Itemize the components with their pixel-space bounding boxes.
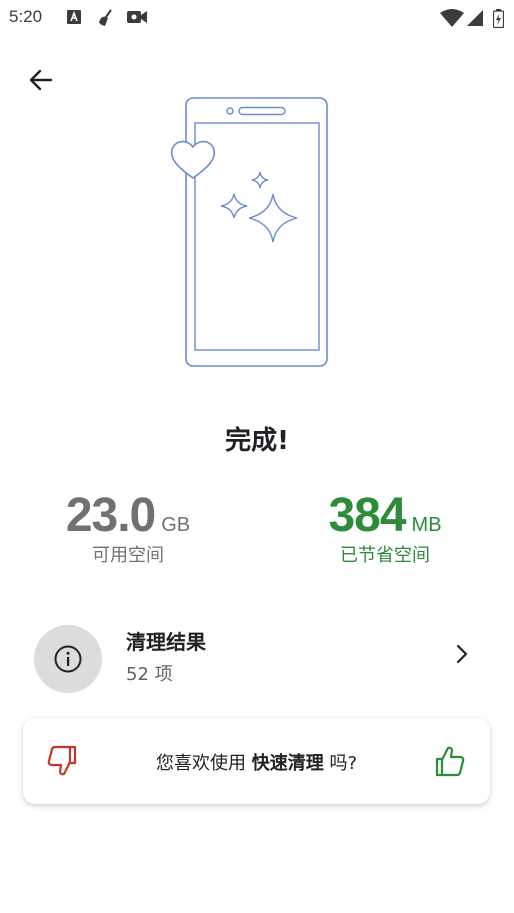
feedback-suffix: 吗? xyxy=(323,753,357,774)
back-button[interactable] xyxy=(22,62,58,98)
free-space-stat: 23.0 GB 可用空间 xyxy=(28,488,228,567)
feedback-prefix: 您喜欢使用 xyxy=(155,753,252,774)
free-space-value: 23.0 xyxy=(65,489,156,542)
saved-space-unit: MB xyxy=(411,514,442,536)
wifi-icon xyxy=(440,9,464,31)
info-icon xyxy=(54,645,82,673)
phone-illustration xyxy=(168,96,336,372)
status-time: 5:20 xyxy=(9,7,43,26)
feedback-card: 您喜欢使用 快速清理 吗? xyxy=(23,718,490,804)
saved-space-stat: 384 MB 已节省空间 xyxy=(285,488,485,567)
arrow-left-icon xyxy=(29,69,53,91)
feedback-feature-name: 快速清理 xyxy=(251,753,324,774)
broom-icon xyxy=(97,9,115,31)
cleanup-results-row[interactable]: 清理结果 52 项 xyxy=(0,610,514,700)
font-app-icon xyxy=(66,9,82,29)
cleanup-results-count: 52 项 xyxy=(126,664,173,685)
status-bar: 5:20 xyxy=(0,0,514,36)
info-icon-circle xyxy=(34,625,102,693)
thumbs-up-button[interactable] xyxy=(433,744,467,782)
signal-icon xyxy=(466,9,484,31)
cleanup-results-title: 清理结果 xyxy=(126,630,206,654)
video-camera-icon xyxy=(126,9,148,29)
completion-title: 完成! xyxy=(225,426,289,456)
free-space-label: 可用空间 xyxy=(92,545,164,566)
free-space-unit: GB xyxy=(161,514,191,536)
thumbs-down-button[interactable] xyxy=(45,744,79,782)
thumbs-down-icon xyxy=(47,745,77,776)
thumbs-up-icon xyxy=(435,746,465,777)
chevron-right-icon xyxy=(450,640,474,672)
saved-space-value: 384 xyxy=(328,489,406,542)
feedback-question: 您喜欢使用 快速清理 吗? xyxy=(103,749,410,775)
battery-icon xyxy=(492,9,505,32)
saved-space-label: 已节省空间 xyxy=(340,545,430,566)
